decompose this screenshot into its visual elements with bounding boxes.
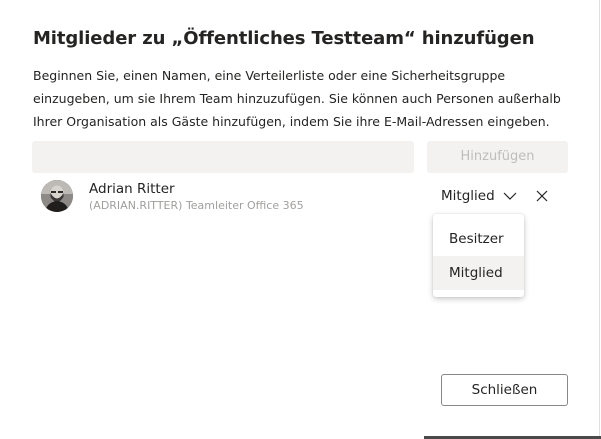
role-option-member[interactable]: Mitglied [433,256,524,290]
user-photo-icon [41,180,73,212]
close-button[interactable]: Schließen [441,374,568,406]
role-option-owner[interactable]: Besitzer [433,222,524,256]
member-subtitle: (ADRIAN.RITTER) Teamleiter Office 365 [89,199,304,212]
role-menu: Besitzer Mitglied [433,214,524,297]
close-icon[interactable] [535,189,549,203]
avatar [41,180,73,212]
chevron-down-icon [503,192,517,200]
member-search-input[interactable] [32,141,414,173]
role-value: Mitglied [441,188,495,204]
member-name: Adrian Ritter [89,181,175,197]
add-button[interactable]: Hinzufügen [427,141,568,173]
role-dropdown[interactable]: Mitglied [441,186,517,206]
add-members-dialog: Mitglieder zu „Öffentliches Testteam“ hi… [0,0,600,439]
dialog-title: Mitglieder zu „Öffentliches Testteam“ hi… [33,28,535,49]
dialog-description: Beginnen Sie, einen Namen, eine Verteile… [33,68,561,129]
